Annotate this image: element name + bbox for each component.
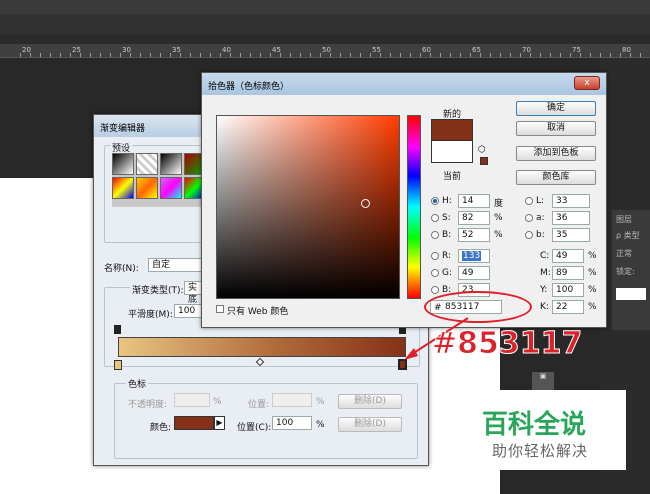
watermark-title: 百科全说 (482, 410, 587, 440)
watermark-subtitle: 助你轻松解决 (492, 442, 589, 460)
watermark-logo: 百科全说 助你轻松解决 (470, 390, 626, 470)
hash-label: # (434, 303, 442, 313)
hex-annotation: #853117 (431, 326, 583, 362)
